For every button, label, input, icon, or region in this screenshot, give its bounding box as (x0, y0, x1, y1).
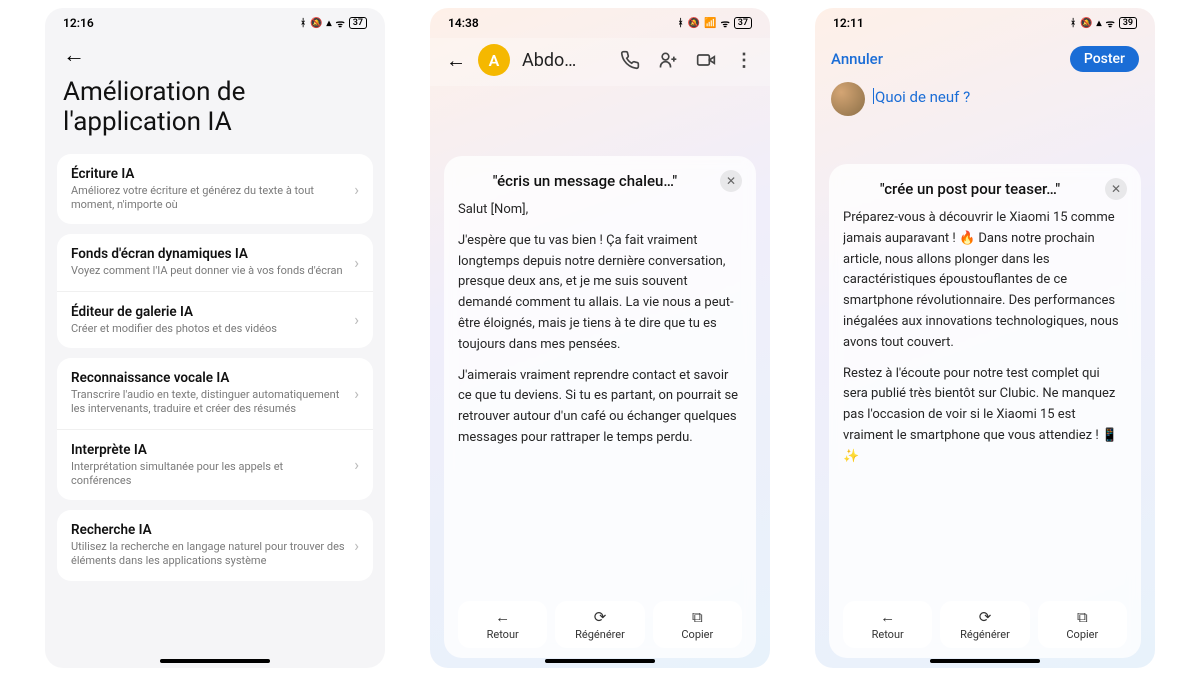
ai-prompt: "écris un message chaleu…" (458, 172, 712, 190)
action-label: Retour (872, 628, 904, 641)
post-button[interactable]: Poster (1070, 46, 1139, 72)
ai-result-card: "crée un post pour teaser…" ✕ Préparez-v… (829, 164, 1141, 658)
call-icon[interactable] (620, 50, 640, 70)
setting-desc: Interprétation simultanée pour les appel… (71, 460, 346, 489)
video-icon[interactable] (696, 50, 716, 70)
ai-prompt: "crée un post pour teaser…" (843, 180, 1097, 198)
status-time: 12:16 (63, 16, 94, 30)
action-back[interactable]: ← Retour (843, 601, 932, 648)
setting-title: Écriture IA (71, 166, 346, 182)
screenshot-compose-post: 12:11 ᚼ 🔕 ▴ ᯤ 39 Annuler Poster Quoi de … (815, 8, 1155, 668)
chevron-right-icon: › (354, 310, 359, 329)
back-button[interactable]: ← (446, 48, 466, 73)
settings-list: Écriture IA Améliorez votre écriture et … (45, 154, 385, 599)
close-button[interactable]: ✕ (1105, 178, 1127, 200)
contact-avatar[interactable]: A (478, 44, 510, 76)
refresh-icon: ⟳ (979, 608, 992, 626)
chat-header: ← A Abdo… ⋮ (430, 38, 770, 86)
action-copy[interactable]: ⧉ Copier (1038, 601, 1127, 648)
ai-generated-text: Préparez-vous à découvrir le Xiaomi 15 c… (843, 208, 1127, 593)
cancel-button[interactable]: Annuler (831, 50, 883, 68)
action-regenerate[interactable]: ⟳ Régénérer (555, 601, 644, 648)
compose-input[interactable]: Quoi de neuf ? (875, 82, 970, 106)
chevron-right-icon: › (354, 536, 359, 555)
action-label: Régénérer (960, 628, 1010, 641)
back-arrow-icon: ← (495, 608, 510, 626)
setting-desc: Créer et modifier des photos et des vidé… (71, 322, 346, 336)
setting-title: Recherche IA (71, 522, 346, 538)
setting-title: Interprète IA (71, 442, 346, 458)
battery-icon: 39 (1119, 17, 1137, 29)
setting-item-galerie[interactable]: Éditeur de galerie IA Créer et modifier … (57, 291, 373, 348)
copy-icon: ⧉ (1077, 608, 1088, 626)
setting-item-ecriture[interactable]: Écriture IA Améliorez votre écriture et … (57, 154, 373, 225)
setting-title: Reconnaissance vocale IA (71, 370, 346, 386)
wifi-icon: ᯤ (721, 16, 730, 30)
page-title: Amélioration de l'application IA (45, 68, 385, 154)
chevron-right-icon: › (354, 384, 359, 403)
home-indicator[interactable] (930, 659, 1040, 663)
setting-item-vocale[interactable]: Reconnaissance vocale IA Transcrire l'au… (57, 358, 373, 429)
setting-desc: Utilisez la recherche en langage naturel… (71, 540, 346, 569)
bluetooth-icon: ᚼ (1070, 18, 1076, 29)
copy-icon: ⧉ (692, 608, 703, 626)
status-time: 12:11 (833, 16, 864, 30)
user-avatar[interactable] (831, 82, 865, 116)
battery-icon: 37 (734, 17, 752, 29)
setting-item-interprete[interactable]: Interprète IA Interprétation simultanée … (57, 429, 373, 501)
home-indicator[interactable] (160, 659, 270, 663)
action-label: Copier (681, 628, 713, 641)
ai-result-card: "écris un message chaleu…" ✕ Salut [Nom]… (444, 156, 756, 658)
status-icons: ᚼ 🔕 ▴ ᯤ 37 (300, 16, 367, 30)
wifi-icon: ᯤ (1106, 16, 1115, 30)
setting-desc: Améliorez votre écriture et générez du t… (71, 184, 346, 213)
close-button[interactable]: ✕ (720, 170, 742, 192)
status-icons: ᚼ 🔕 ▴ ᯤ 39 (1070, 16, 1137, 30)
back-arrow-icon: ← (880, 608, 895, 626)
mute-icon: 🔕 (688, 18, 700, 29)
action-label: Retour (487, 628, 519, 641)
chevron-right-icon: › (354, 253, 359, 272)
setting-title: Fonds d'écran dynamiques IA (71, 246, 346, 262)
status-icons: ᚼ 🔕 📶 ᯤ 37 (678, 16, 752, 30)
add-person-icon[interactable] (658, 50, 678, 70)
mute-icon: 🔕 (310, 18, 322, 29)
screenshot-settings: 12:16 ᚼ 🔕 ▴ ᯤ 37 ← Amélioration de l'app… (45, 8, 385, 668)
mute-icon: 🔕 (1080, 18, 1092, 29)
setting-item-recherche[interactable]: Recherche IA Utilisez la recherche en la… (57, 510, 373, 581)
bluetooth-icon: ᚼ (300, 18, 306, 29)
chevron-right-icon: › (354, 180, 359, 199)
wifi-icon: ᯤ (336, 16, 345, 30)
bluetooth-icon: ᚼ (678, 18, 684, 29)
status-bar: 12:16 ᚼ 🔕 ▴ ᯤ 37 (45, 8, 385, 38)
home-indicator[interactable] (545, 659, 655, 663)
refresh-icon: ⟳ (594, 608, 607, 626)
screenshot-messages: 14:38 ᚼ 🔕 📶 ᯤ 37 ← A Abdo… ⋮ "écris un m… (430, 8, 770, 668)
status-time: 14:38 (448, 16, 479, 30)
signal-icon: ▴ (327, 18, 332, 29)
back-button[interactable]: ← (63, 43, 85, 68)
action-copy[interactable]: ⧉ Copier (653, 601, 742, 648)
more-icon[interactable]: ⋮ (734, 50, 754, 70)
battery-icon: 37 (349, 17, 367, 29)
chevron-right-icon: › (354, 455, 359, 474)
status-bar: 12:11 ᚼ 🔕 ▴ ᯤ 39 (815, 8, 1155, 38)
ai-generated-text: Salut [Nom], J'espère que tu vas bien ! … (458, 200, 742, 593)
setting-desc: Voyez comment l'IA peut donner vie à vos… (71, 264, 346, 278)
signal-icon: 📶 (704, 18, 716, 29)
action-label: Régénérer (575, 628, 625, 641)
action-label: Copier (1066, 628, 1098, 641)
action-back[interactable]: ← Retour (458, 601, 547, 648)
status-bar: 14:38 ᚼ 🔕 📶 ᯤ 37 (430, 8, 770, 38)
setting-item-fonds-ecran[interactable]: Fonds d'écran dynamiques IA Voyez commen… (57, 234, 373, 290)
signal-icon: ▴ (1097, 18, 1102, 29)
setting-title: Éditeur de galerie IA (71, 304, 346, 320)
contact-name[interactable]: Abdo… (522, 50, 576, 71)
action-regenerate[interactable]: ⟳ Régénérer (940, 601, 1029, 648)
setting-desc: Transcrire l'audio en texte, distinguer … (71, 388, 346, 417)
